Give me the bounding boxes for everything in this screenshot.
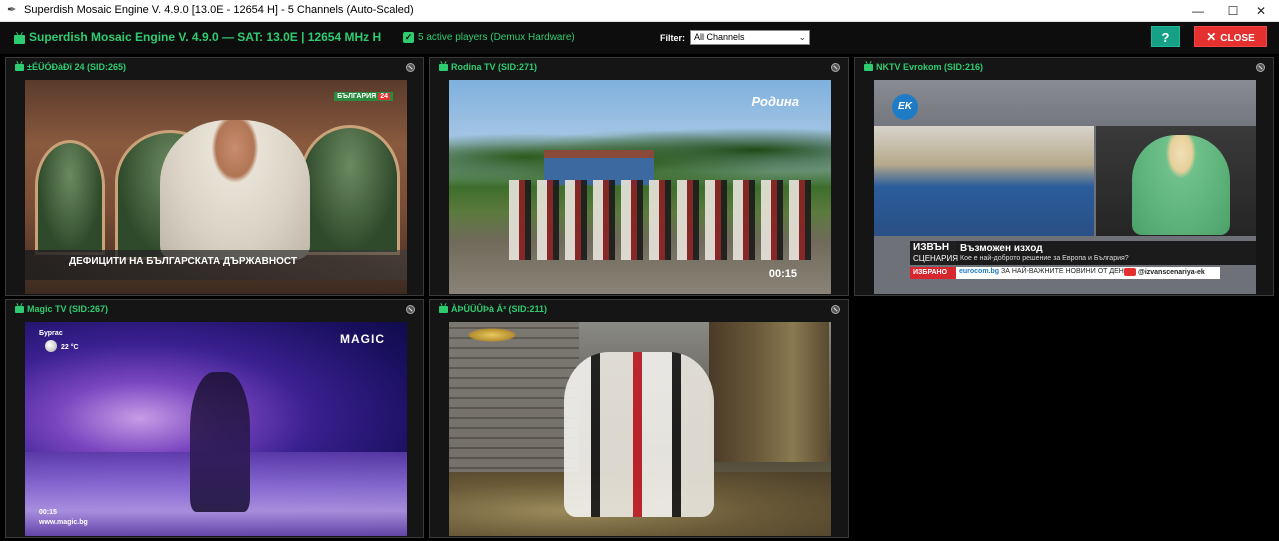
ticker-show-line: СЦЕНАРИЯ [913,254,959,263]
strip-handle: @izvanscenariya-ek [1138,268,1205,276]
ticker-subtitle: Кое е най-доброто решение за Европа и Бъ… [960,255,1129,262]
channel-panel[interactable]: Rodina TV (SID:271) Родина 00:15 [429,57,849,296]
channel-name: NKTV Evrokom (SID:216) [876,62,984,72]
video-player[interactable] [449,322,831,536]
logo-number: 24 [378,93,390,100]
video-caption: ДЕФИЦИТИ НА БЪЛГАРСКАТА ДЪРЖАВНОСТ [69,256,297,267]
minimize-button[interactable]: — [1180,0,1216,22]
video-scene [1132,135,1230,235]
filter-label: Filter: [660,33,686,43]
video-time: 00:15 [39,509,57,516]
channel-logo: Родина [751,94,800,109]
logo-text: БЪЛГАРИЯ [337,93,377,100]
checkbox-checked-icon[interactable]: ✓ [403,32,414,43]
channel-logo: EK [892,94,918,120]
weather-temp: 22 °C [61,344,79,351]
close-button[interactable]: ✕ CLOSE [1194,26,1267,47]
video-scene [874,126,1094,236]
strip-youtube: @izvanscenariya-ek [1124,268,1205,276]
video-scene [300,125,400,255]
strip-message: ЗА НАЙ-ВАЖНИТЕ НОВИНИ ОТ ДЕНЯ [999,268,1129,275]
mute-icon[interactable] [831,305,840,314]
youtube-icon [1124,268,1136,276]
tv-icon [864,64,873,71]
video-scene [709,322,829,462]
channel-header: Magic TV (SID:267) [6,300,423,318]
strip-site: eurocom.bg [959,268,1000,275]
video-url: www.magic.bg [39,519,88,526]
channel-logo: БЪЛГАРИЯ 24 [334,92,393,101]
channel-logo: MAGIC [340,332,385,346]
toolbar: Superdish Mosaic Engine V. 4.9.0 — SAT: … [0,22,1279,54]
tv-icon [15,306,24,313]
window-title: Superdish Mosaic Engine V. 4.9.0 [13.0E … [24,4,414,16]
video-player[interactable]: Родина 00:15 [449,80,831,294]
mute-icon[interactable] [1256,63,1265,72]
channel-header: ±ÉÜÓÐàÐï 24 (SID:265) [6,58,423,76]
video-scene [564,352,714,517]
channel-name: ÀÞÜÜÛÞà Á³ (SID:211) [451,304,548,314]
video-time: 00:15 [768,268,797,280]
app-title: Superdish Mosaic Engine V. 4.9.0 — SAT: … [29,30,382,44]
video-scene [509,180,814,260]
video-scene [160,120,310,260]
close-icon: ✕ [1206,30,1217,44]
strip-label: ИЗБРАНО [910,267,956,279]
video-scene [35,140,105,255]
video-scene [190,372,250,512]
filter-select[interactable]: All Channels ⌄ [690,30,810,45]
strip-text: eurocom.bg ЗА НАЙ-ВАЖНИТЕ НОВИНИ ОТ ДЕНЯ [959,268,1129,275]
channel-header: ÀÞÜÜÛÞà Á³ (SID:211) [430,300,848,318]
ticker-show-line: ИЗВЪН [913,242,950,253]
channel-header: NKTV Evrokom (SID:216) [855,58,1273,76]
help-button[interactable]: ? [1151,26,1180,47]
video-scene [874,80,1256,126]
mute-icon[interactable] [406,305,415,314]
channel-panel[interactable]: ÀÞÜÜÛÞà Á³ (SID:211) [429,299,849,538]
weather-city: Бургас [39,330,63,337]
ticker-title: Възможен изход [960,243,1043,254]
video-player[interactable]: ДЕФИЦИТИ НА БЪЛГАРСКАТА ДЪРЖАВНОСТ БЪЛГА… [25,80,407,294]
window-titlebar: ✒ Superdish Mosaic Engine V. 4.9.0 [13.0… [0,0,1279,22]
channel-panel[interactable]: NKTV Evrokom (SID:216) EK ИЗВЪН СЦЕНАРИЯ … [854,57,1274,296]
channel-header: Rodina TV (SID:271) [430,58,848,76]
weather-icon [45,340,57,352]
active-players-label: 5 active players (Demux Hardware) [418,32,575,43]
feather-icon: ✒ [7,4,17,16]
tv-icon [439,64,448,71]
ticker-show-box: ИЗВЪН СЦЕНАРИЯ [910,241,959,265]
video-player[interactable]: Бургас 22 °C MAGIC 00:15 www.magic.bg [25,322,407,536]
channel-logo [467,328,517,342]
tv-icon [15,64,24,71]
channel-name: Magic TV (SID:267) [27,304,109,314]
filter-value: All Channels [694,32,745,42]
tv-icon [14,35,25,44]
channel-panel[interactable]: Magic TV (SID:267) Бургас 22 °C MAGIC 00… [5,299,424,538]
channel-name: Rodina TV (SID:271) [451,62,538,72]
chevron-down-icon: ⌄ [798,32,806,42]
channel-panel[interactable]: ±ÉÜÓÐàÐï 24 (SID:265) ДЕФИЦИТИ НА БЪЛГАР… [5,57,424,296]
video-player[interactable]: EK ИЗВЪН СЦЕНАРИЯ Възможен изход Кое е на… [874,80,1256,294]
channel-name: ±ÉÜÓÐàÐï 24 (SID:265) [27,62,126,72]
window-close-button[interactable]: ✕ [1243,0,1279,22]
mute-icon[interactable] [831,63,840,72]
tv-icon [439,306,448,313]
close-button-label: CLOSE [1220,33,1255,44]
mute-icon[interactable] [406,63,415,72]
